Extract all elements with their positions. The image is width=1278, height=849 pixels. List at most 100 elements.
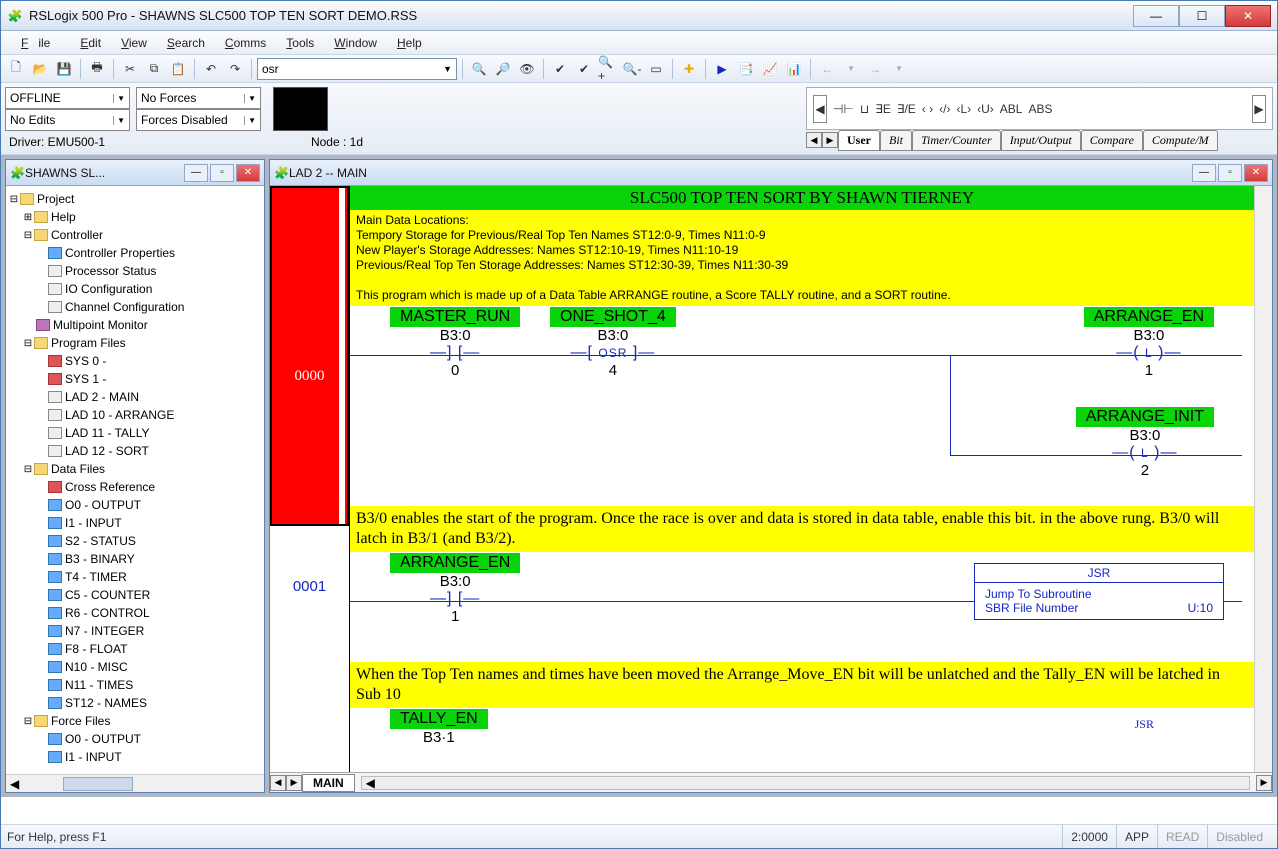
menu-window[interactable]: Window — [324, 33, 387, 53]
tab-nav-left[interactable]: ◀ — [806, 132, 822, 148]
tab-nav-right[interactable]: ▶ — [822, 132, 838, 148]
separator — [672, 59, 673, 79]
ladtab-right[interactable]: ▶ — [286, 775, 302, 791]
window-titlebar: 🧩 RSLogix 500 Pro - SHAWNS SLC500 TOP TE… — [1, 1, 1277, 31]
separator — [810, 59, 811, 79]
window-icon[interactable]: ▭ — [645, 58, 667, 80]
print-icon[interactable]: 🖶 — [86, 58, 108, 80]
back-dd-icon[interactable]: ▼ — [840, 58, 862, 80]
instr-item[interactable]: ‹L› — [956, 102, 971, 116]
back-icon[interactable]: ← — [816, 58, 838, 80]
instr-item[interactable]: ‹U› — [977, 102, 994, 116]
lad-close-button[interactable]: ✕ — [1244, 164, 1268, 182]
lad-minimize-button[interactable]: — — [1192, 164, 1216, 182]
ladtab-end[interactable]: ▶ — [1256, 775, 1272, 791]
ladder-vscroll[interactable] — [1254, 186, 1272, 772]
instr-item[interactable]: ⊣⊢ — [833, 102, 854, 116]
menu-view[interactable]: View — [111, 33, 157, 53]
instruction-tabs: ◀ ▶ User Bit Timer/Counter Input/Output … — [806, 130, 1273, 150]
instr-item[interactable]: ⊔ — [860, 102, 869, 116]
menu-file[interactable]: File — [11, 33, 70, 53]
search-combo[interactable]: osr▼ — [257, 58, 457, 80]
status-read: READ — [1157, 825, 1207, 848]
instr-item[interactable]: ‹/› — [939, 102, 950, 116]
cut-icon[interactable]: ✂ — [119, 58, 141, 80]
menu-edit[interactable]: Edit — [70, 33, 111, 53]
project-tree[interactable]: ⊟Project ⊞Help ⊟Controller Controller Pr… — [6, 186, 264, 774]
tab-user[interactable]: User — [838, 130, 880, 151]
instr-item[interactable]: ABL — [1000, 102, 1023, 116]
run-icon[interactable]: ▶ — [711, 58, 733, 80]
status-bar: For Help, press F1 2:0000 APP READ Disab… — [1, 824, 1277, 848]
palette-right-icon[interactable]: ▶ — [1252, 95, 1266, 123]
paste-icon[interactable]: 📋 — [167, 58, 189, 80]
window-title: RSLogix 500 Pro - SHAWNS SLC500 TOP TEN … — [29, 8, 1133, 23]
tab-compare[interactable]: Compare — [1081, 130, 1143, 151]
tab-io[interactable]: Input/Output — [1001, 130, 1081, 151]
new-icon[interactable]: 🗋 — [5, 58, 27, 80]
lad-window-title: LAD 2 -- MAIN — [289, 166, 1190, 180]
tab-timer[interactable]: Timer/Counter — [912, 130, 1001, 151]
verify-icon[interactable]: ✔ — [549, 58, 571, 80]
jsr-instruction[interactable]: JSR Jump To Subroutine SBR File NumberU:… — [974, 563, 1224, 620]
ladtab-main[interactable]: MAIN — [302, 774, 355, 792]
verify-proj-icon[interactable]: ✔ — [573, 58, 595, 80]
close-button[interactable]: ✕ — [1225, 5, 1271, 27]
app-icon: 🧩 — [7, 8, 23, 24]
instr-item[interactable]: ∃/E — [897, 102, 916, 116]
goto-icon[interactable]: 📑 — [735, 58, 757, 80]
rung-2[interactable]: TALLY_EN B3·1 JSR — [350, 708, 1254, 748]
edits-status[interactable]: No Edits▼ — [5, 109, 130, 131]
instr-item[interactable]: ABS — [1028, 102, 1052, 116]
save-icon[interactable]: 💾 — [53, 58, 75, 80]
tab-bit[interactable]: Bit — [880, 130, 912, 151]
find-icon[interactable]: 🔍 — [468, 58, 490, 80]
menu-comms[interactable]: Comms — [215, 33, 276, 53]
rung-0[interactable]: MASTER_RUN B3:0 —] [— 0 ONE_SHOT_4 B3:0 … — [350, 306, 1254, 506]
menu-search[interactable]: Search — [157, 33, 215, 53]
tree-minimize-button[interactable]: — — [184, 164, 208, 182]
maximize-button[interactable]: ☐ — [1179, 5, 1225, 27]
separator — [462, 59, 463, 79]
find-all-icon[interactable]: 👁 — [516, 58, 538, 80]
fwd-dd-icon[interactable]: ▼ — [888, 58, 910, 80]
rung0-highlight: 0000 — [270, 186, 349, 526]
tree-hscroll[interactable]: ◀ — [6, 774, 264, 792]
tree-app-icon: 🧩 — [10, 166, 25, 180]
redo-icon[interactable]: ↷ — [224, 58, 246, 80]
lad-restore-button[interactable]: ▫ — [1218, 164, 1242, 182]
zoom-out-icon[interactable]: 🔍- — [621, 58, 643, 80]
separator — [113, 59, 114, 79]
tab-compute[interactable]: Compute/M — [1143, 130, 1218, 151]
status-row: OFFLINE▼ No Forces▼ No Edits▼ Forces Dis… — [1, 83, 1277, 155]
forces-enable-status[interactable]: Forces Disabled▼ — [136, 109, 261, 131]
node-label: Node : 1d — [311, 135, 363, 149]
minimize-button[interactable]: — — [1133, 5, 1179, 27]
open-icon[interactable]: 📂 — [29, 58, 51, 80]
add-icon[interactable]: ✚ — [678, 58, 700, 80]
project-tree-window: 🧩 SHAWNS SL... — ▫ ✕ ⊟Project ⊞Help ⊟Con… — [5, 159, 265, 793]
forces-status[interactable]: No Forces▼ — [136, 87, 261, 109]
ladder-hscroll[interactable]: ◀ — [361, 776, 1250, 790]
tree-close-button[interactable]: ✕ — [236, 164, 260, 182]
zoom-in-icon[interactable]: 🔍+ — [597, 58, 619, 80]
menu-help[interactable]: Help — [387, 33, 432, 53]
main-toolbar: 🗋 📂 💾 🖶 ✂ ⧉ 📋 ↶ ↷ osr▼ 🔍 🔎 👁 ✔ ✔ 🔍+ 🔍- ▭… — [1, 55, 1277, 83]
trend-icon[interactable]: 📈 — [759, 58, 781, 80]
find-next-icon[interactable]: 🔎 — [492, 58, 514, 80]
program-title: SLC500 TOP TEN SORT BY SHAWN TIERNEY — [350, 186, 1254, 210]
undo-icon[interactable]: ↶ — [200, 58, 222, 80]
rung-1[interactable]: ARRANGE_EN B3:0 —] [— 1 JSR Jump To Subr… — [350, 552, 1254, 662]
ladtab-left[interactable]: ◀ — [270, 775, 286, 791]
instr-item[interactable]: ∃E — [875, 102, 891, 116]
online-status[interactable]: OFFLINE▼ — [5, 87, 130, 109]
instr-item[interactable]: ‹ › — [922, 102, 933, 116]
palette-left-icon[interactable]: ◀ — [813, 95, 827, 123]
tree-restore-button[interactable]: ▫ — [210, 164, 234, 182]
copy-icon[interactable]: ⧉ — [143, 58, 165, 80]
ladder-canvas[interactable]: SLC500 TOP TEN SORT BY SHAWN TIERNEY Mai… — [350, 186, 1254, 772]
status-app: APP — [1116, 825, 1157, 848]
fwd-icon[interactable]: → — [864, 58, 886, 80]
chart-icon[interactable]: 📊 — [783, 58, 805, 80]
menu-tools[interactable]: Tools — [276, 33, 324, 53]
